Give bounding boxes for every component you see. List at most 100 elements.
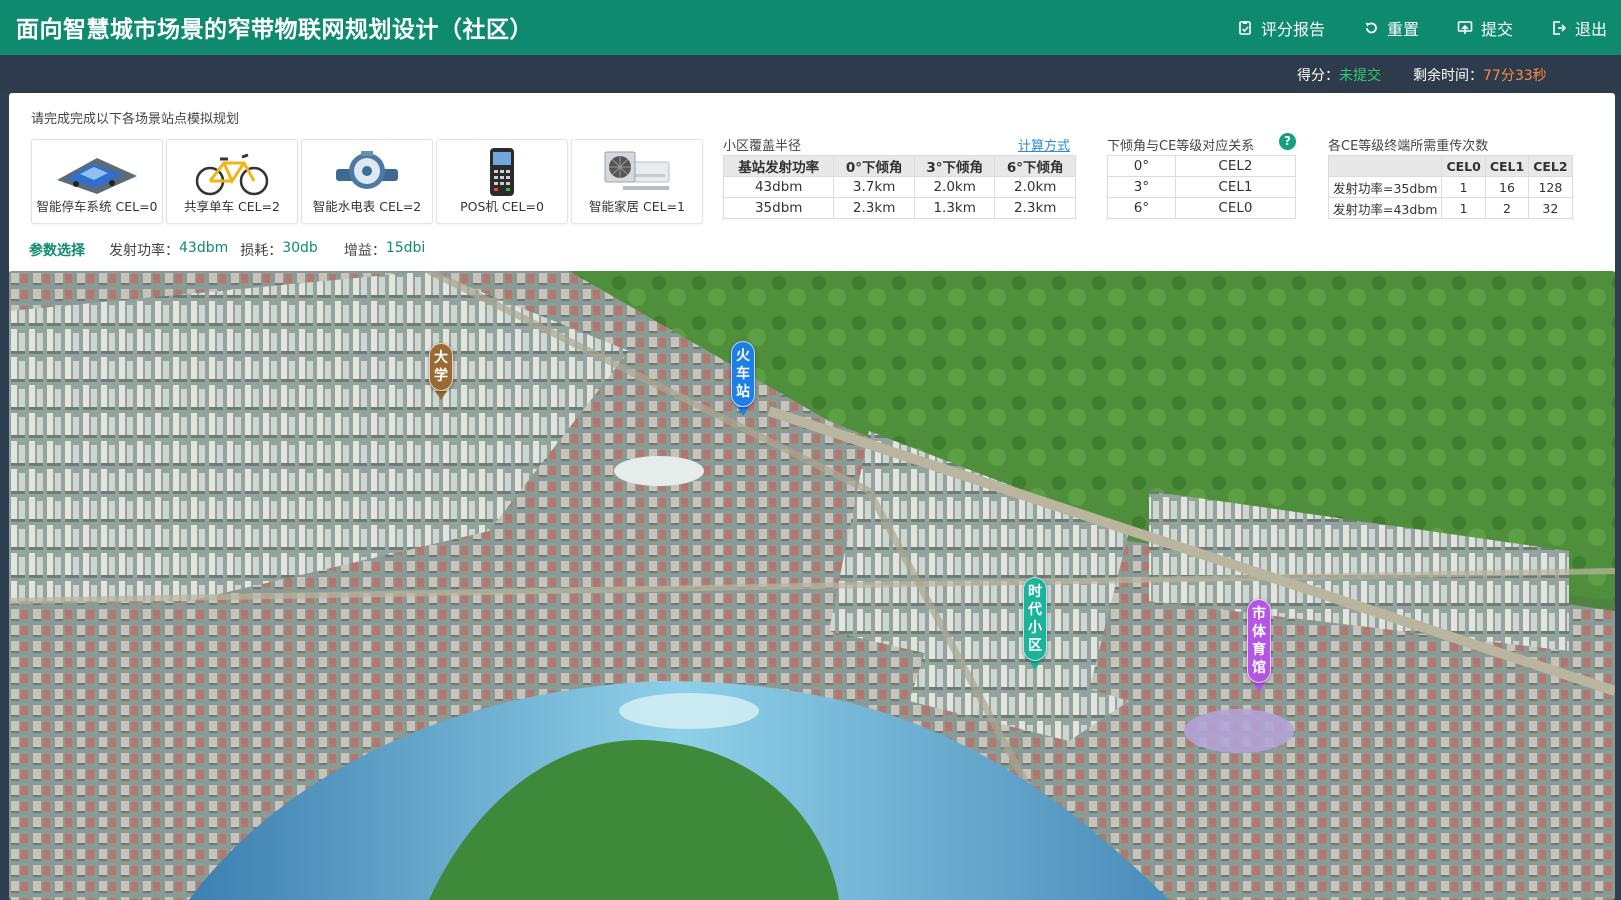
help-icon[interactable]: ? — [1279, 133, 1296, 150]
table-cell: 35dbm — [722, 197, 835, 219]
table-cell: 1.3km — [913, 197, 996, 219]
scene-card-home[interactable]: 智能家居 CEL=1 — [571, 139, 703, 224]
air-conditioner-icon — [604, 151, 670, 190]
top-nav: 评分报告 重置 提交 退出 — [1199, 0, 1607, 55]
table-cell: 16 — [1484, 176, 1530, 198]
submit-label: 提交 — [1480, 19, 1513, 39]
tilt-table: 0° CEL2 3° CEL1 6° CEL0 — [1107, 155, 1297, 219]
param-select-button[interactable]: 参数选择 — [29, 240, 85, 260]
table-cell: 0° — [1107, 155, 1176, 177]
table-header-cell: CEL2 — [1528, 155, 1573, 177]
table-cell: 6° — [1107, 197, 1176, 219]
marker-times-community[interactable]: 时代小区 — [1023, 577, 1047, 670]
score-label: 得分： — [1297, 68, 1339, 84]
table-cell: 发射功率=35dbm — [1327, 176, 1443, 198]
submit-icon — [1457, 20, 1473, 34]
scene-label: 智能水电表 CEL=2 — [312, 199, 422, 214]
table-cell: 2 — [1484, 197, 1530, 219]
table-row: 3° CEL1 — [1107, 176, 1297, 198]
report-label: 评分报告 — [1260, 19, 1325, 39]
table-header-cell: 6°下倾角 — [994, 155, 1076, 177]
table-cell: 3.7km — [833, 176, 915, 198]
score-status: 得分：未提交 — [1297, 65, 1381, 85]
table-row: 发射功率=35dbm 1 16 128 — [1327, 176, 1573, 198]
repeat-table: CEL0 CEL1 CEL2 发射功率=35dbm 1 16 128 发射功率=… — [1327, 155, 1573, 219]
params-row: 参数选择 发射功率： 43dbm 损耗： 30db 增益： 15dbi — [29, 240, 437, 260]
reset-button[interactable]: 重置 — [1363, 16, 1419, 40]
calc-method-link[interactable]: 计算方式 — [1018, 135, 1070, 154]
time-value: 77分33秒 — [1483, 68, 1547, 84]
city-aerial-image — [9, 271, 1615, 900]
table-cell: 32 — [1528, 197, 1573, 219]
top-bar: 面向智慧城市场景的窄带物联网规划设计（社区） 评分报告 重置 提交 退出 — [0, 0, 1621, 55]
table-cell: 128 — [1528, 176, 1573, 198]
coverage-table: 基站发射功率 0°下倾角 3°下倾角 6°下倾角 43dbm 3.7km 2.0… — [722, 155, 1076, 219]
city-map[interactable]: 大学 火车站 时代小区 市体育馆 — [9, 271, 1615, 900]
table-header-cell: CEL0 — [1441, 155, 1486, 177]
exit-icon — [1553, 20, 1567, 35]
table-cell: 2.3km — [833, 197, 915, 219]
pos-terminal-icon — [490, 148, 514, 196]
table-cell: 1 — [1441, 176, 1486, 198]
loss-value: 30db — [282, 240, 318, 256]
scene-label: 共享单车 CEL=2 — [184, 199, 280, 214]
time-remaining: 剩余时间：77分33秒 — [1413, 65, 1547, 85]
scene-card-parking[interactable]: 智能停车系统 CEL=0 — [31, 139, 163, 224]
exit-button[interactable]: 退出 — [1551, 16, 1607, 40]
marker-stadium[interactable]: 市体育馆 — [1247, 599, 1271, 692]
marker-label: 市体育馆 — [1247, 599, 1271, 683]
table-header-row: 基站发射功率 0°下倾角 3°下倾角 6°下倾角 — [722, 155, 1076, 177]
status-bar: 得分：未提交 剩余时间：77分33秒 — [0, 55, 1621, 93]
bicycle-icon — [195, 153, 269, 196]
power-label: 发射功率： — [109, 243, 179, 259]
coverage-title: 小区覆盖半径 — [723, 139, 802, 154]
scene-cards: 智能停车系统 CEL=0 共享单车 CEL=2 智能水电表 CEL=2 POS机… — [31, 139, 706, 224]
table-cell: CEL1 — [1174, 176, 1297, 198]
table-cell: 3° — [1107, 176, 1176, 198]
reset-label: 重置 — [1386, 19, 1419, 39]
table-cell: 2.3km — [994, 197, 1076, 219]
score-value: 未提交 — [1339, 68, 1381, 84]
table-header-cell: CEL1 — [1484, 155, 1530, 177]
scene-card-meter[interactable]: 智能水电表 CEL=2 — [301, 139, 433, 224]
marker-university[interactable]: 大学 — [429, 343, 453, 400]
table-header-cell — [1327, 155, 1443, 177]
water-meter-icon — [336, 151, 398, 189]
marker-label: 时代小区 — [1023, 577, 1047, 661]
table-cell: 2.0km — [913, 176, 996, 198]
tilt-title: 下倾角与CE等级对应关系 — [1107, 139, 1255, 154]
table-cell: CEL0 — [1174, 197, 1297, 219]
table-header-row: CEL0 CEL1 CEL2 — [1327, 155, 1573, 177]
report-button[interactable]: 评分报告 — [1237, 16, 1325, 40]
table-cell: 2.0km — [994, 176, 1076, 198]
repeat-title: 各CE等级终端所需重传次数 — [1328, 139, 1489, 154]
time-label: 剩余时间： — [1413, 68, 1483, 84]
table-header-cell: 0°下倾角 — [833, 155, 915, 177]
report-icon — [1239, 20, 1251, 35]
car-icon — [57, 158, 137, 194]
power-value: 43dbm — [179, 240, 229, 256]
scene-label: 智能家居 CEL=1 — [589, 199, 685, 214]
table-cell: CEL2 — [1174, 155, 1297, 177]
table-row: 发射功率=43dbm 1 2 32 — [1327, 197, 1573, 219]
table-row: 6° CEL0 — [1107, 197, 1297, 219]
planning-panel: 请完成完成以下各场景站点模拟规划 智能停车系统 CEL=0 共享单车 CEL=2… — [9, 93, 1615, 274]
marker-label: 大学 — [429, 343, 453, 391]
reset-icon — [1365, 22, 1377, 33]
table-cell: 发射功率=43dbm — [1327, 197, 1443, 219]
marker-label: 火车站 — [731, 341, 755, 407]
table-row: 0° CEL2 — [1107, 155, 1297, 177]
scene-card-pos[interactable]: POS机 CEL=0 — [436, 139, 568, 224]
scene-card-bike[interactable]: 共享单车 CEL=2 — [166, 139, 298, 224]
gain-label: 增益： — [343, 243, 386, 259]
table-row: 43dbm 3.7km 2.0km 2.0km — [722, 176, 1076, 198]
scene-label: 智能停车系统 CEL=0 — [36, 199, 158, 214]
table-cell: 1 — [1441, 197, 1486, 219]
marker-train-station[interactable]: 火车站 — [731, 341, 755, 416]
table-cell: 43dbm — [722, 176, 835, 198]
table-header-cell: 3°下倾角 — [913, 155, 996, 177]
gain-value: 15dbi — [385, 240, 426, 256]
table-row: 35dbm 2.3km 1.3km 2.3km — [722, 197, 1076, 219]
exit-label: 退出 — [1574, 19, 1607, 39]
submit-button[interactable]: 提交 — [1457, 16, 1513, 40]
